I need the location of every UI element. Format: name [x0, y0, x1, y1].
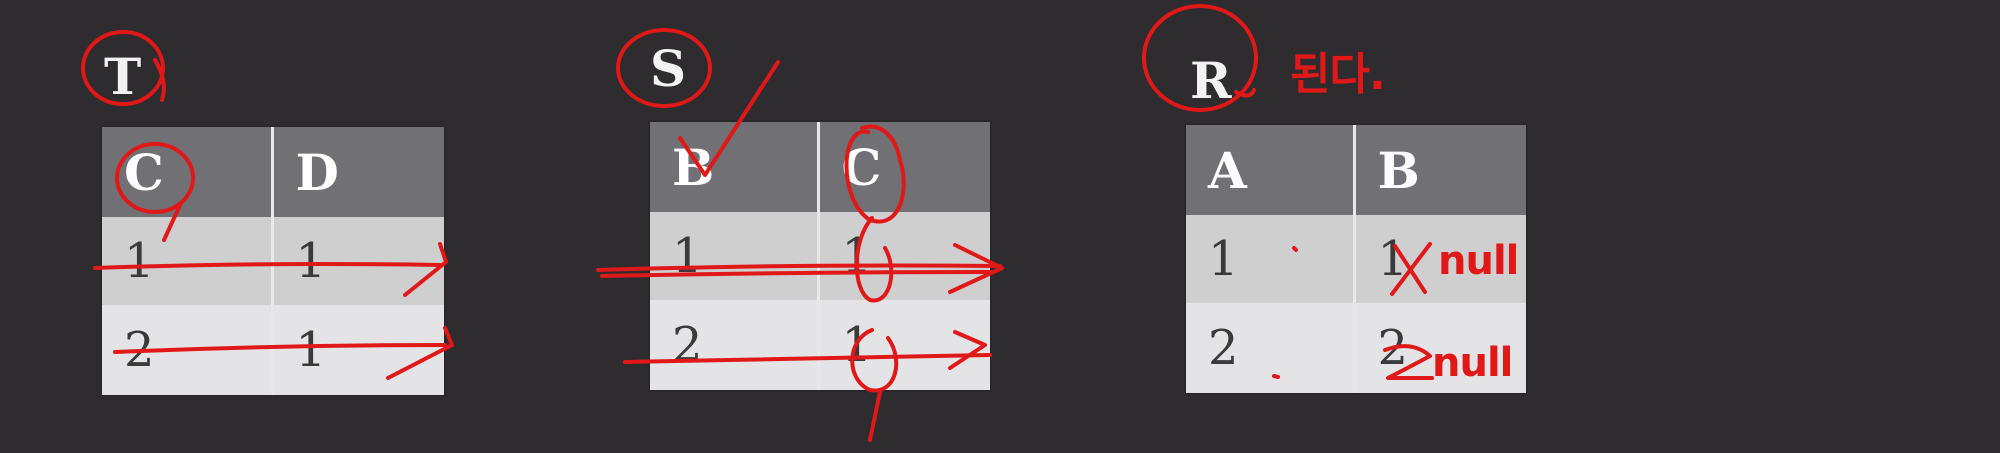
table-s-header-c: C [818, 122, 990, 212]
table-t-header-c: C [102, 127, 274, 217]
handwritten-null-2: null [1432, 340, 1513, 386]
table-t-cell: 2 [102, 305, 274, 395]
table-s-header-b: B [650, 122, 820, 212]
table-r-name: R [1190, 51, 1232, 110]
tail-s-c-icon [868, 390, 882, 442]
table-s-name: S [650, 39, 687, 98]
table-t-cell: 1 [102, 217, 274, 305]
handwritten-note: 된다. [1290, 49, 1386, 100]
table-r-cell: 2 [1186, 303, 1356, 393]
table-t: C D 1 1 2 1 [102, 127, 444, 395]
table-s-cell: 1 [818, 212, 990, 300]
table-r-cell: 1 [1186, 215, 1356, 303]
table-s-cell: 1 [818, 300, 990, 390]
table-s-cell: 2 [650, 300, 820, 390]
table-s: B C 1 1 2 1 [650, 122, 990, 390]
table-r-header-a: A [1186, 125, 1356, 215]
table-t-name: T [104, 47, 142, 106]
circle-r-tail-icon [1234, 88, 1256, 98]
handwritten-null-1: null [1438, 238, 1519, 284]
table-t-cell: 1 [272, 305, 444, 395]
table-s-cell: 1 [650, 212, 820, 300]
table-t-header-d: D [272, 127, 444, 217]
table-t-cell: 1 [272, 217, 444, 305]
circle-t-tail-icon [153, 58, 166, 102]
table-r-header-b: B [1354, 125, 1526, 215]
